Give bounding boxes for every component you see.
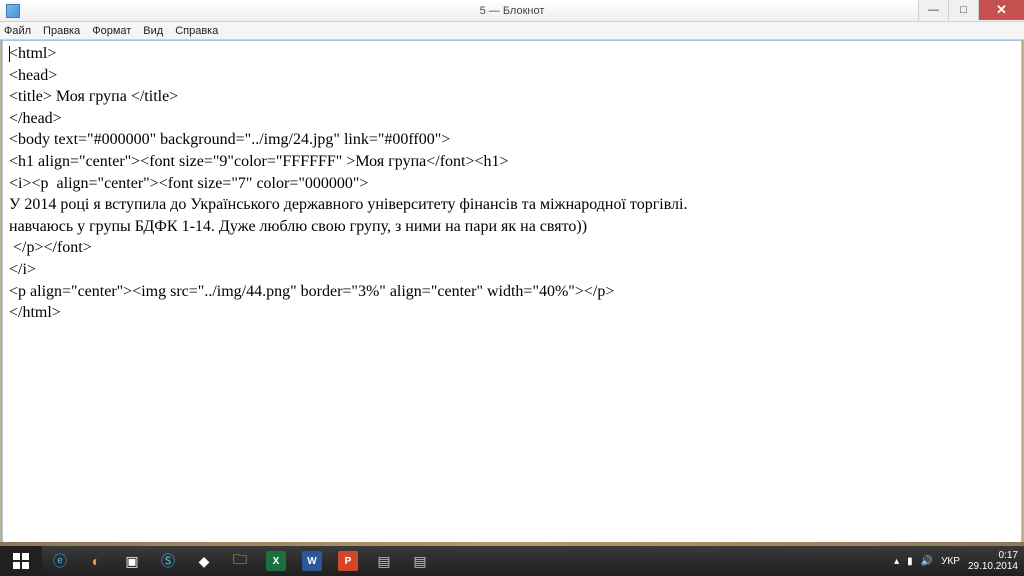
tray-chevron-icon[interactable]: ▴: [894, 556, 899, 567]
menu-help[interactable]: Справка: [175, 25, 218, 37]
explorer-icon[interactable]: 🗀: [222, 546, 258, 576]
notepad2-icon[interactable]: ▤: [402, 546, 438, 576]
maximize-button[interactable]: □: [948, 0, 978, 20]
excel-icon[interactable]: X: [266, 551, 286, 571]
window-controls: — □ ✕: [918, 0, 1024, 20]
minimize-button[interactable]: —: [918, 0, 948, 20]
ie-icon[interactable]: ⓔ: [42, 546, 78, 576]
tray-date: 29.10.2014: [968, 561, 1018, 572]
start-button[interactable]: [0, 546, 42, 576]
editor-content[interactable]: <html> <head> <title> Моя група </title>…: [3, 41, 1021, 326]
powerpoint-icon[interactable]: P: [338, 551, 358, 571]
tray-network-icon[interactable]: ▮: [907, 556, 913, 567]
tray-volume-icon[interactable]: 🔊: [921, 556, 933, 567]
taskbar: ⓔ ◐ ▣ Ⓢ ◆ 🗀 X W P ▤ ▤ ▴ ▮ 🔊 УКР 0:17 29.…: [0, 546, 1024, 576]
tray-language[interactable]: УКР: [941, 556, 960, 567]
editor-area[interactable]: <html> <head> <title> Моя група </title>…: [2, 40, 1022, 544]
menu-edit[interactable]: Правка: [43, 25, 80, 37]
menu-format[interactable]: Формат: [92, 25, 131, 37]
windows-icon: [13, 553, 29, 569]
photo-icon[interactable]: ▣: [114, 546, 150, 576]
tray-clock[interactable]: 0:17 29.10.2014: [968, 550, 1018, 572]
menu-view[interactable]: Вид: [143, 25, 163, 37]
torrent-icon[interactable]: ◆: [186, 546, 222, 576]
close-button[interactable]: ✕: [978, 0, 1024, 20]
titlebar: 5 — Блокнот — □ ✕: [0, 0, 1024, 22]
menu-file[interactable]: Файл: [4, 25, 31, 37]
window-title: 5 — Блокнот: [0, 5, 1024, 17]
tray-time: 0:17: [968, 550, 1018, 561]
menubar: Файл Правка Формат Вид Справка: [0, 22, 1024, 40]
system-tray: ▴ ▮ 🔊 УКР 0:17 29.10.2014: [894, 550, 1024, 572]
notepad-icon[interactable]: ▤: [366, 546, 402, 576]
firefox-icon[interactable]: ◐: [78, 546, 114, 576]
taskbar-icons: ⓔ ◐ ▣ Ⓢ ◆ 🗀 X W P ▤ ▤: [42, 546, 438, 576]
word-icon[interactable]: W: [302, 551, 322, 571]
skype-icon[interactable]: Ⓢ: [150, 546, 186, 576]
